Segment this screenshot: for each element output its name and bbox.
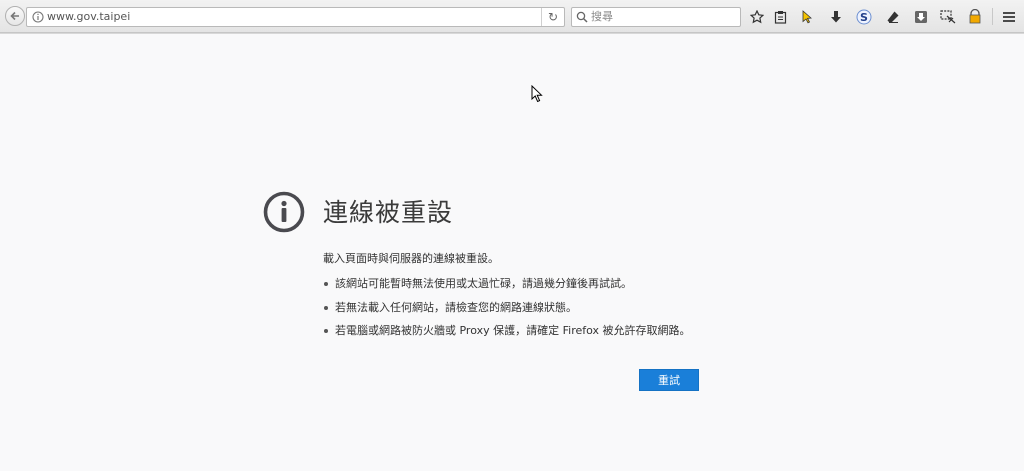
list-item: 該網站可能暫時無法使用或太過忙碌，請過幾分鐘後再試試。 — [323, 277, 691, 301]
search-bar[interactable]: 搜尋 — [571, 7, 741, 27]
list-item: 若無法載入任何網站，請檢查您的網路連線狀態。 — [323, 301, 691, 325]
error-info-icon — [263, 191, 305, 233]
bullet-icon — [324, 329, 328, 333]
back-button[interactable] — [5, 6, 25, 26]
svg-text:S: S — [860, 11, 868, 24]
site-info-icon[interactable] — [32, 11, 44, 23]
pointer-tool-icon[interactable] — [798, 8, 815, 25]
screenshot-icon[interactable] — [939, 8, 956, 25]
url-bar[interactable]: www.gov.taipei ↻ — [26, 7, 565, 27]
suggestion-text: 若無法載入任何網站，請檢查您的網路連線狀態。 — [335, 300, 577, 314]
error-title: 連線被重設 — [323, 198, 454, 227]
back-arrow-icon — [10, 11, 19, 21]
error-suggestion-list: 該網站可能暫時無法使用或太過忙碌，請過幾分鐘後再試試。 若無法載入任何網站，請檢… — [323, 277, 691, 348]
suggestion-text: 若電腦或網路被防火牆或 Proxy 保護，請確定 Firefox 被允許存取網路… — [335, 324, 691, 337]
suggestion-text: 該網站可能暫時無法使用或太過忙碌，請過幾分鐘後再試試。 — [335, 277, 632, 290]
hamburger-menu-icon[interactable] — [1000, 8, 1017, 25]
toolbar-separator — [992, 8, 993, 25]
search-icon — [576, 11, 588, 23]
search-input[interactable]: 搜尋 — [591, 10, 613, 24]
mouse-cursor-icon — [531, 85, 543, 103]
reload-icon: ↻ — [547, 10, 559, 24]
eraser-icon[interactable] — [884, 8, 901, 25]
lock-extension-icon[interactable] — [966, 8, 983, 25]
toolbar-border — [0, 33, 1024, 34]
browser-toolbar: www.gov.taipei ↻ 搜尋 S — [0, 0, 1024, 33]
download-icon[interactable] — [827, 8, 844, 25]
bullet-icon — [324, 305, 328, 310]
bullet-icon — [324, 282, 328, 286]
clipboard-icon[interactable] — [772, 8, 789, 25]
bookmark-star-icon[interactable] — [748, 8, 765, 25]
retry-button[interactable]: 重試 — [639, 369, 699, 391]
list-item: 若電腦或網路被防火牆或 Proxy 保護，請確定 Firefox 被允許存取網路… — [323, 324, 691, 348]
error-description: 載入頁面時與伺服器的連線被重設。 — [323, 252, 499, 265]
url-text[interactable]: www.gov.taipei — [47, 10, 130, 24]
save-page-icon[interactable] — [912, 8, 929, 25]
s-extension-icon[interactable]: S — [855, 8, 872, 25]
reload-button[interactable]: ↻ — [541, 8, 564, 26]
